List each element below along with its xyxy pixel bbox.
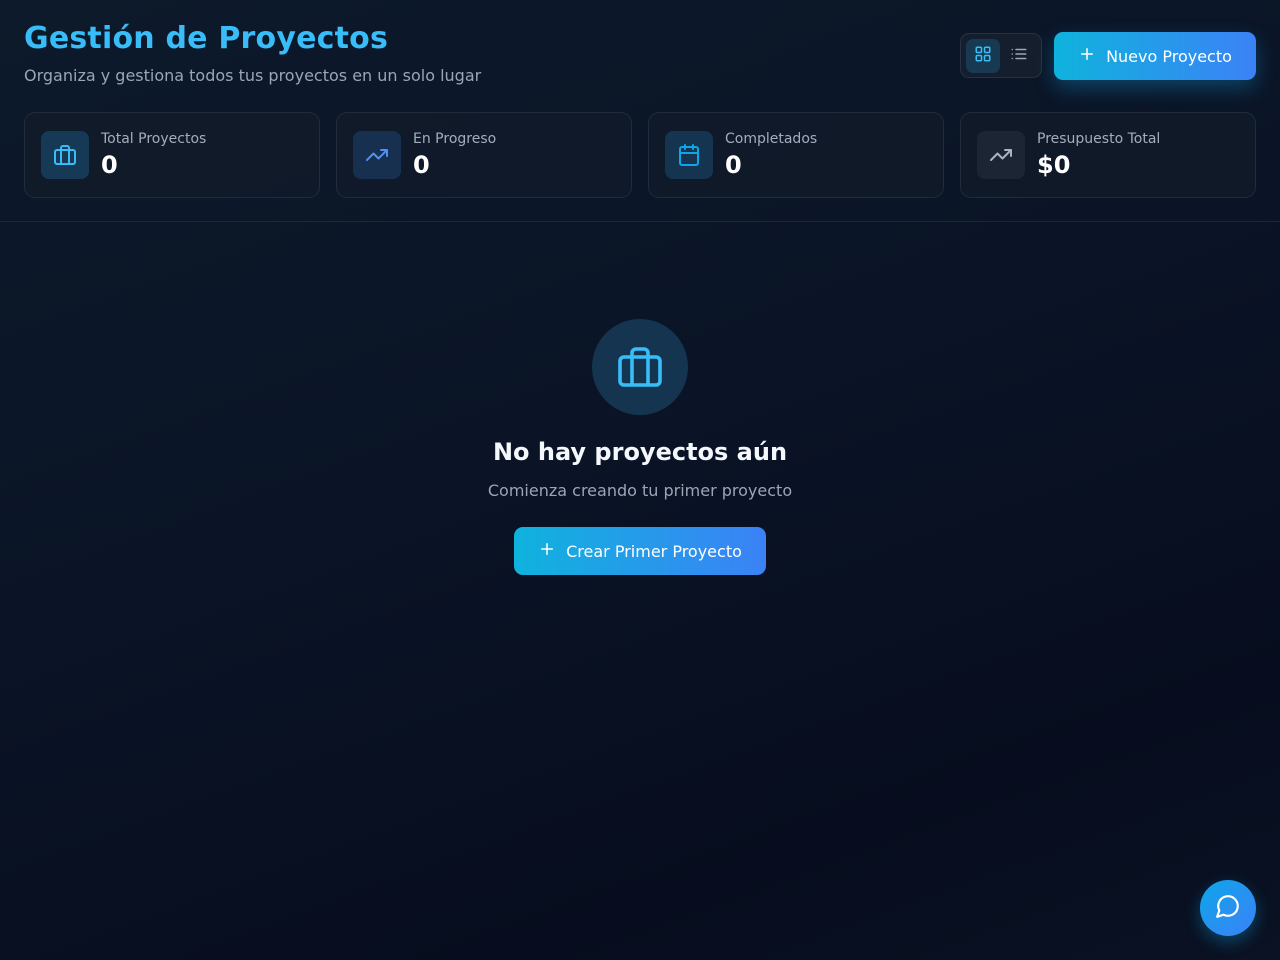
grid-icon	[974, 45, 992, 67]
stat-value: $0	[1037, 151, 1071, 179]
create-first-project-label: Crear Primer Proyecto	[566, 541, 742, 561]
stat-label: Presupuesto Total	[1037, 131, 1161, 147]
plus-icon	[538, 540, 556, 562]
empty-state-title: No hay proyectos aún	[492, 438, 788, 466]
grid-view-button[interactable]	[966, 39, 1000, 73]
stat-value: 0	[101, 151, 118, 179]
new-project-label: Nuevo Proyecto	[1106, 46, 1232, 66]
trending-up-icon	[353, 131, 401, 179]
page-title: Gestión de Proyectos	[24, 21, 389, 56]
page-header: Gestión de Proyectos Organiza y gestiona…	[0, 0, 1280, 222]
trending-up-icon	[977, 131, 1025, 179]
stat-card-in-progress: En Progreso 0	[336, 112, 632, 198]
stat-label: Total Proyectos	[101, 131, 207, 147]
stat-label: En Progreso	[413, 131, 497, 147]
list-view-button[interactable]	[1002, 39, 1036, 73]
stat-card-total-budget: Presupuesto Total $0	[960, 112, 1256, 198]
list-icon	[1010, 45, 1028, 67]
plus-icon	[1078, 45, 1096, 67]
page-subtitle: Organiza y gestiona todos tus proyectos …	[24, 66, 482, 85]
stat-label: Completados	[725, 131, 818, 147]
stat-value: 0	[725, 151, 742, 179]
stat-card-total-projects: Total Proyectos 0	[24, 112, 320, 198]
calendar-icon	[665, 131, 713, 179]
stat-value: 0	[413, 151, 430, 179]
create-first-project-button[interactable]: Crear Primer Proyecto	[514, 527, 766, 575]
empty-state-subtitle: Comienza creando tu primer proyecto	[487, 481, 793, 500]
briefcase-icon	[41, 131, 89, 179]
briefcase-icon	[592, 319, 688, 415]
new-project-button[interactable]: Nuevo Proyecto	[1054, 32, 1256, 80]
chat-button[interactable]	[1200, 880, 1256, 936]
view-toggle	[960, 33, 1042, 78]
stat-card-completed: Completados 0	[648, 112, 944, 198]
message-circle-icon	[1215, 893, 1241, 923]
